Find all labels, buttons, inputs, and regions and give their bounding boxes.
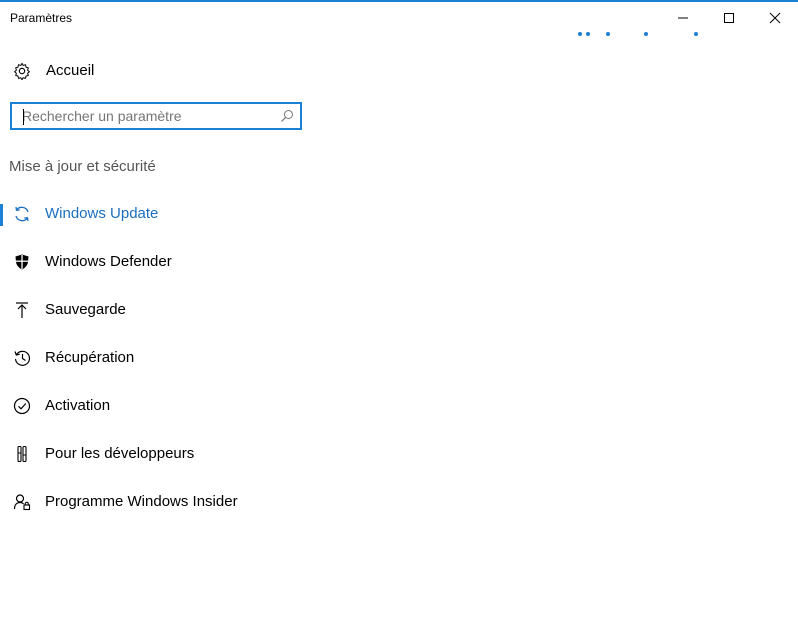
history-icon <box>12 349 32 367</box>
close-icon <box>769 12 781 23</box>
nav-item-label: Windows Update <box>45 205 159 222</box>
home-label: Accueil <box>46 62 95 79</box>
upload-arrow-icon <box>12 301 32 319</box>
nav-item-sauvegarde[interactable]: Sauvegarde <box>0 290 320 330</box>
loading-dots <box>560 32 720 40</box>
maximize-button[interactable] <box>706 2 752 33</box>
nav-item-label: Activation <box>45 397 111 414</box>
shield-icon <box>12 253 32 271</box>
nav-item-label: Windows Defender <box>45 253 172 270</box>
loading-dot <box>606 32 610 36</box>
text-caret <box>23 109 24 125</box>
loading-dot <box>586 32 590 36</box>
nav-item-windows-defender[interactable]: Windows Defender <box>0 242 320 282</box>
active-indicator <box>0 204 3 226</box>
developer-tools-icon <box>12 445 32 463</box>
search-icon[interactable] <box>280 109 294 123</box>
nav-item-windows-insider[interactable]: Programme Windows Insider <box>0 482 320 522</box>
loading-dot <box>644 32 648 36</box>
maximize-icon <box>724 12 734 23</box>
gear-icon <box>14 62 30 80</box>
nav-item-recuperation[interactable]: Récupération <box>0 338 320 378</box>
close-button[interactable] <box>752 2 798 33</box>
minimize-icon <box>678 17 688 18</box>
loading-dot <box>694 32 698 36</box>
search-input[interactable] <box>22 104 272 128</box>
minimize-button[interactable] <box>660 2 706 33</box>
section-title: Mise à jour et sécurité <box>9 158 156 175</box>
window-title: Paramètres <box>10 11 73 25</box>
check-circle-icon <box>12 397 32 415</box>
nav-item-developpeurs[interactable]: Pour les développeurs <box>0 434 320 474</box>
insider-person-icon <box>12 493 32 511</box>
nav-item-label: Sauvegarde <box>45 301 126 318</box>
nav-item-windows-update[interactable]: Windows Update <box>0 194 320 234</box>
refresh-icon <box>12 205 32 223</box>
home-link[interactable]: Accueil <box>0 54 320 88</box>
nav-item-activation[interactable]: Activation <box>0 386 320 426</box>
nav-item-label: Pour les développeurs <box>45 445 195 462</box>
loading-dot <box>578 32 582 36</box>
search-box[interactable] <box>10 102 302 130</box>
nav-item-label: Récupération <box>45 349 135 366</box>
nav-item-label: Programme Windows Insider <box>45 493 238 510</box>
